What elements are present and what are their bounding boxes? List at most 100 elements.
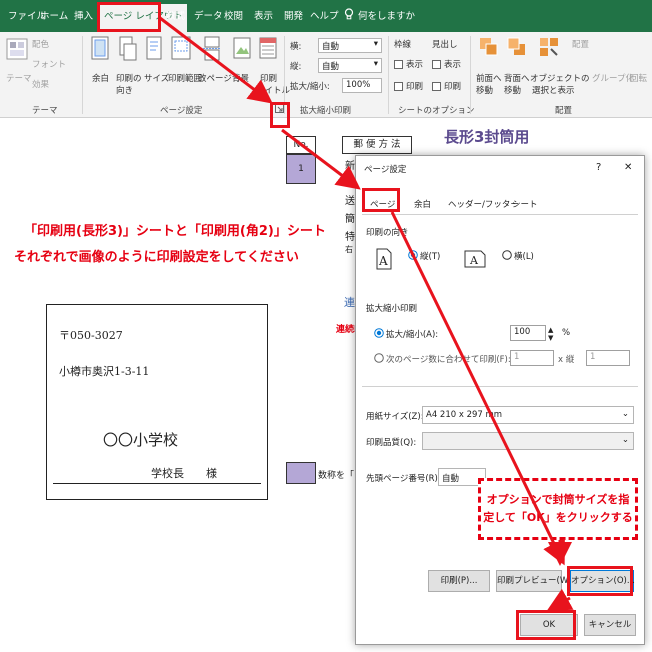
- print-button[interactable]: 印刷(P)...: [428, 570, 490, 592]
- fit-x-label: x 縦: [558, 355, 575, 365]
- help-icon[interactable]: ?: [596, 162, 601, 173]
- callout-line-1: オプションで封筒サイズを指: [486, 493, 630, 506]
- separator: [82, 36, 83, 114]
- gridlines-view-checkbox[interactable]: [394, 60, 403, 69]
- landscape-page-icon: A: [464, 250, 486, 271]
- tab-view[interactable]: 表示: [254, 8, 273, 22]
- breaks-icon[interactable]: [202, 36, 222, 65]
- postal-code: 〒050-3027: [59, 329, 123, 342]
- headings-label: 見出し: [432, 40, 458, 50]
- tab-developer[interactable]: 開発: [284, 8, 303, 22]
- size-icon[interactable]: [144, 36, 164, 65]
- headings-print-checkbox[interactable]: [432, 82, 441, 91]
- envelope-preview: 〒050-3027 小樽市奥沢1-3-11 〇〇小学校 学校長 様: [46, 304, 268, 500]
- portrait-label: 縦(T): [420, 252, 441, 262]
- sheet-fragment: 連: [344, 296, 355, 309]
- gridlines-print-label: 印刷: [406, 82, 424, 92]
- print-quality-select[interactable]: ⌄: [422, 432, 634, 450]
- tab-data[interactable]: データ: [194, 8, 223, 22]
- headings-view-checkbox[interactable]: [432, 60, 441, 69]
- orientation-label-2: 向き: [116, 86, 134, 96]
- tab-home[interactable]: ホーム: [40, 8, 68, 22]
- bring-forward-icon[interactable]: [478, 36, 500, 63]
- effects-button[interactable]: 効果: [32, 78, 49, 90]
- send-backward-icon[interactable]: [506, 36, 528, 63]
- fit-to-radio[interactable]: [374, 353, 384, 366]
- callout-line-2: 定して「OK」をクリックする: [483, 511, 633, 524]
- margins-icon[interactable]: [90, 36, 110, 65]
- print-area-icon[interactable]: [170, 36, 192, 65]
- adjust-to-radio[interactable]: [374, 328, 384, 341]
- fit-tall-input[interactable]: 1: [586, 350, 630, 366]
- sheet-fragment: 新: [345, 161, 355, 172]
- selection-pane-label: オブジェクトの: [530, 74, 590, 84]
- print-preview-button[interactable]: 印刷プレビュー(W): [496, 570, 572, 592]
- background-icon[interactable]: [232, 36, 252, 65]
- selection-pane-label-2: 選択と表示: [532, 86, 575, 96]
- landscape-radio[interactable]: [502, 250, 512, 263]
- tab-formulas[interactable]: 数式: [166, 8, 185, 22]
- portrait-radio[interactable]: [408, 250, 418, 263]
- close-icon[interactable]: ✕: [624, 162, 632, 173]
- tab-divider: [362, 214, 638, 215]
- group-button[interactable]: グループ化: [592, 72, 634, 84]
- print-titles-label: 印刷: [260, 74, 278, 84]
- rotate-button[interactable]: 回転: [630, 72, 647, 84]
- section-divider: [362, 386, 638, 387]
- paper-size-select[interactable]: A4 210 x 297 mm ⌄: [422, 406, 634, 424]
- send-backward-label: 背面へ: [504, 74, 530, 84]
- lightbulb-icon: [344, 8, 354, 23]
- principal-name: 学校長 様: [151, 467, 217, 480]
- dialog-title: ページ設定: [364, 165, 407, 175]
- tab-help[interactable]: ヘルプ: [310, 8, 339, 22]
- tab-margins[interactable]: 余白: [414, 198, 431, 210]
- fonts-button[interactable]: フォント: [32, 58, 66, 70]
- bring-forward-label-2: 移動: [476, 86, 494, 96]
- tab-sheet[interactable]: シート: [512, 198, 538, 210]
- print-area-label: 印刷範囲: [168, 74, 203, 84]
- first-page-label: 先頭ページ番号(R):: [366, 474, 441, 484]
- gridlines-view-label: 表示: [406, 60, 424, 70]
- adjust-to-input[interactable]: 100: [510, 325, 546, 341]
- cancel-button[interactable]: キャンセル: [584, 614, 636, 636]
- no-value-cell[interactable]: 1: [286, 154, 316, 184]
- instruction-callout: オプションで封筒サイズを指 定して「OK」をクリックする: [478, 478, 638, 540]
- ribbon-body: テーマ 配色 フォント 効果 テーマ 余白 印刷の 向き サイズ 印刷範囲 改ペ…: [0, 32, 652, 118]
- send-backward-label-2: 移動: [504, 86, 522, 96]
- sheet-fragment: 簡: [345, 214, 355, 225]
- selection-pane-icon[interactable]: [538, 36, 560, 63]
- spin-arrows-icon[interactable]: ▲ ▼: [548, 326, 553, 342]
- align-button[interactable]: 配置: [572, 38, 589, 50]
- count-label-fragment: 数称を「: [318, 471, 355, 481]
- themes-icon[interactable]: [6, 38, 28, 65]
- percent-label: %: [562, 328, 571, 338]
- headings-print-label: 印刷: [444, 82, 462, 92]
- landscape-label: 横(L): [514, 252, 534, 262]
- tab-insert[interactable]: 挿入: [74, 8, 93, 22]
- colors-button[interactable]: 配色: [32, 38, 49, 50]
- height-select[interactable]: 自動 ▾: [318, 58, 382, 73]
- orientation-icon[interactable]: [118, 36, 138, 65]
- page-tab-highlight-box: [362, 188, 400, 212]
- tell-me-search[interactable]: 何をしますか: [358, 8, 415, 22]
- separator: [470, 36, 471, 114]
- tab-review[interactable]: 校閲: [224, 8, 243, 22]
- portrait-page-icon: A: [376, 248, 392, 273]
- orientation-label: 印刷の: [116, 74, 142, 84]
- no-header-cell: No.: [286, 136, 316, 154]
- svg-text:A: A: [378, 254, 388, 268]
- scale-input[interactable]: 100%: [342, 78, 382, 93]
- orientation-section-label: 印刷の向き: [366, 228, 409, 238]
- scale-group-label: 拡大縮小印刷: [300, 106, 352, 116]
- fit-wide-input[interactable]: 1: [510, 350, 554, 366]
- envelope-title: 長形3封筒用: [444, 128, 530, 146]
- school-name: 〇〇小学校: [103, 431, 179, 449]
- height-label: 縦:: [290, 62, 302, 72]
- print-titles-icon[interactable]: [258, 36, 278, 65]
- purple-input-cell[interactable]: [286, 462, 316, 484]
- launcher-highlight-box: [270, 102, 290, 128]
- sheet-fragment: 送: [345, 196, 355, 207]
- gridlines-print-checkbox[interactable]: [394, 82, 403, 91]
- tab-header-footer[interactable]: ヘッダー/フッター: [448, 198, 519, 210]
- width-select[interactable]: 自動 ▾: [318, 38, 382, 53]
